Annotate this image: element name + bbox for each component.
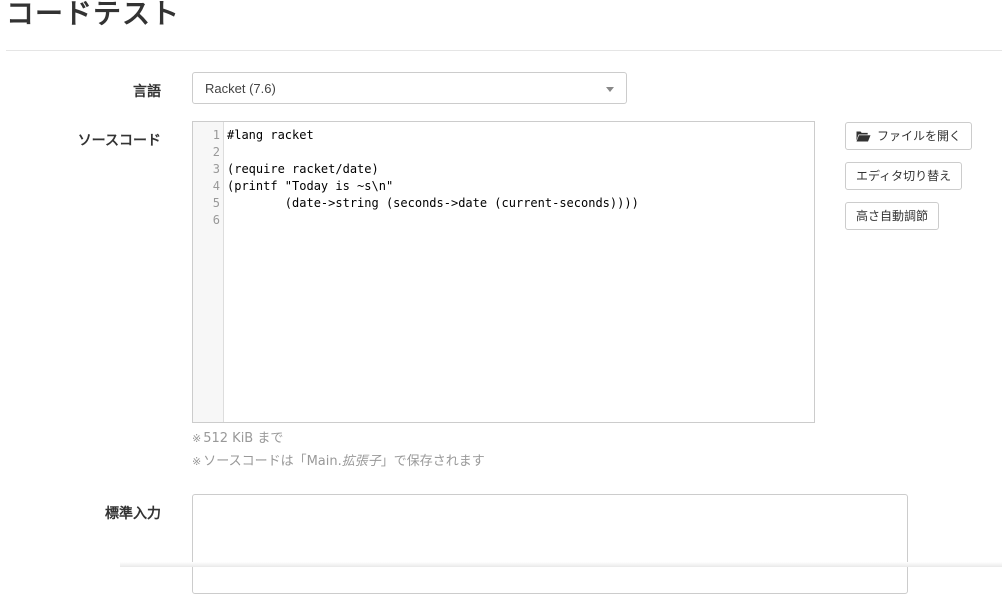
save-prefix-text: ソースコードは「Main. [203,454,342,469]
note-mark: ※ [192,455,202,468]
line-number: 4 [212,179,220,193]
toggle-editor-label: エディタ切り替え [856,169,952,183]
language-select-value: Racket (7.6) [205,81,276,96]
source-code-label: ソースコード [77,133,161,149]
language-label: 言語 [133,84,161,100]
code-line[interactable]: (printf "Today is ~s\n" [227,178,393,195]
editor-gutter: 1 2 3 4 5 6 [193,122,224,422]
save-name-note: ※ ソースコードは「Main.拡張子」で保存されます [192,450,485,469]
save-ext-text: 拡張子 [341,454,381,469]
title-divider [6,50,1002,51]
size-limit-note: ※ 512 KiB まで [192,427,283,446]
line-number: 6 [212,213,220,227]
line-number: 2 [212,145,220,159]
auto-height-label: 高さ自動調節 [856,209,929,223]
line-number: 1 [212,128,220,142]
line-number: 5 [212,196,220,210]
auto-height-button[interactable]: 高さ自動調節 [845,202,940,230]
caret-down-icon [606,87,614,92]
line-number: 3 [212,162,220,176]
folder-open-icon [856,131,871,141]
page-title: コードテスト [6,0,181,30]
toggle-editor-button[interactable]: エディタ切り替え [845,162,963,190]
save-suffix-text: 」で保存されます [380,454,485,469]
source-code-editor[interactable]: 1 2 3 4 5 6 #lang racket (require racket… [192,121,815,423]
bottom-shadow [120,562,1002,567]
stdin-textarea[interactable] [192,494,908,594]
code-line[interactable]: (require racket/date) [227,161,379,178]
code-line[interactable]: #lang racket [227,127,314,144]
note-mark: ※ [192,432,202,445]
language-select[interactable]: Racket (7.6) [192,72,627,104]
stdin-label: 標準入力 [105,506,161,522]
size-limit-text: 512 KiB まで [203,431,284,446]
code-line[interactable]: (date->string (seconds->date (current-se… [227,195,639,212]
open-file-label: ファイルを開く [877,129,962,143]
open-file-button[interactable]: ファイルを開く [845,122,973,150]
